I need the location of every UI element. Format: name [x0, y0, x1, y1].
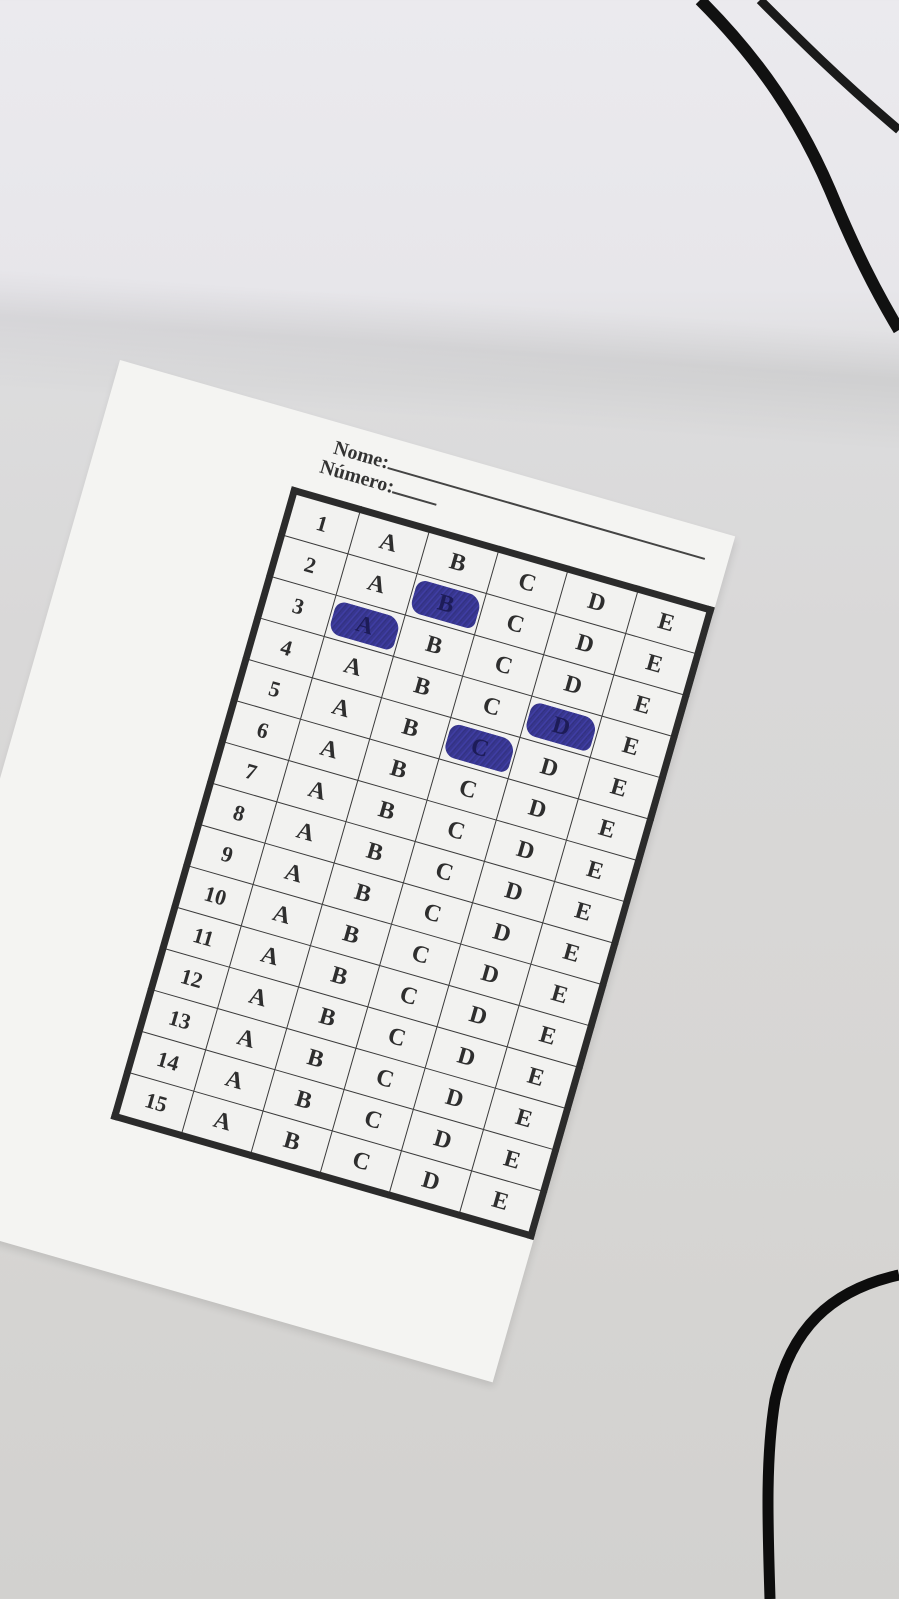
option-letter: E: [643, 648, 666, 679]
option-letter: D: [501, 876, 526, 907]
number-underline: [392, 491, 437, 506]
option-letter: A: [269, 899, 294, 930]
option-letter: E: [619, 731, 643, 761]
option-letter: D: [442, 1083, 467, 1114]
option-letter: D: [573, 628, 597, 659]
option-letter: C: [432, 856, 457, 887]
option-letter: B: [351, 878, 375, 908]
option-letter: C: [420, 898, 445, 928]
option-letter: C: [456, 774, 480, 804]
option-letter: C: [479, 691, 504, 722]
option-letter: E: [560, 938, 583, 968]
option-letter: A: [210, 1106, 235, 1137]
option-letter: B: [292, 1085, 316, 1115]
option-letter: D: [525, 794, 550, 824]
option-letter: E: [654, 607, 678, 637]
option-letter: B: [328, 961, 351, 991]
cable-bottom-right: [762, 1269, 899, 1599]
option-letter: E: [595, 814, 619, 844]
option-letter: E: [631, 690, 654, 720]
option-letter: C: [349, 1146, 374, 1176]
option-letter: B: [411, 671, 434, 702]
option-letter: C: [396, 980, 421, 1011]
option-letter: B: [375, 795, 399, 826]
option-letter: A: [317, 734, 342, 765]
option-letter: A: [376, 527, 401, 558]
option-letter: E: [548, 979, 571, 1009]
option-letter: B: [280, 1126, 304, 1156]
option-letter: B: [399, 713, 422, 743]
option-letter: D: [513, 835, 538, 866]
option-letter: D: [418, 1166, 443, 1196]
option-letter: B: [446, 547, 470, 578]
option-letter: A: [257, 941, 282, 971]
option-letter: D: [584, 587, 609, 618]
option-letter: C: [503, 608, 528, 639]
option-letter: D: [561, 670, 586, 700]
option-letter: E: [512, 1103, 536, 1133]
option-letter: C: [491, 650, 516, 680]
option-letter: C: [515, 567, 540, 598]
option-letter: E: [583, 855, 607, 885]
option-letter: E: [489, 1186, 512, 1216]
option-letter: D: [466, 1000, 491, 1031]
option-letter: A: [293, 817, 318, 847]
option-letter: A: [305, 775, 330, 806]
option-letter: A: [234, 1023, 259, 1054]
option-letter: A: [246, 982, 270, 1013]
option-letter: E: [536, 1020, 560, 1051]
option-letter: B: [387, 754, 410, 784]
option-letter: B: [316, 1002, 339, 1032]
option-letter: C: [361, 1104, 386, 1135]
option-letter: E: [607, 772, 631, 803]
option-letter: A: [281, 858, 306, 889]
option-letter: B: [422, 630, 446, 660]
option-letter: A: [329, 693, 353, 723]
option-letter: C: [444, 815, 469, 846]
option-letter: C: [385, 1022, 409, 1052]
option-letter: A: [222, 1065, 247, 1095]
option-letter: D: [478, 959, 503, 990]
option-letter: A: [364, 569, 389, 599]
option-letter: D: [490, 918, 514, 948]
option-letter: C: [373, 1063, 397, 1094]
option-letter: B: [339, 919, 363, 950]
option-letter: E: [524, 1062, 548, 1092]
option-letter: D: [537, 752, 562, 783]
option-letter: B: [363, 837, 387, 867]
option-letter: D: [430, 1124, 455, 1155]
option-letter: E: [572, 896, 595, 927]
option-letter: B: [304, 1043, 327, 1074]
option-letter: E: [500, 1144, 524, 1175]
option-letter: C: [408, 939, 433, 970]
option-letter: A: [340, 651, 365, 682]
option-letter: D: [454, 1042, 479, 1072]
